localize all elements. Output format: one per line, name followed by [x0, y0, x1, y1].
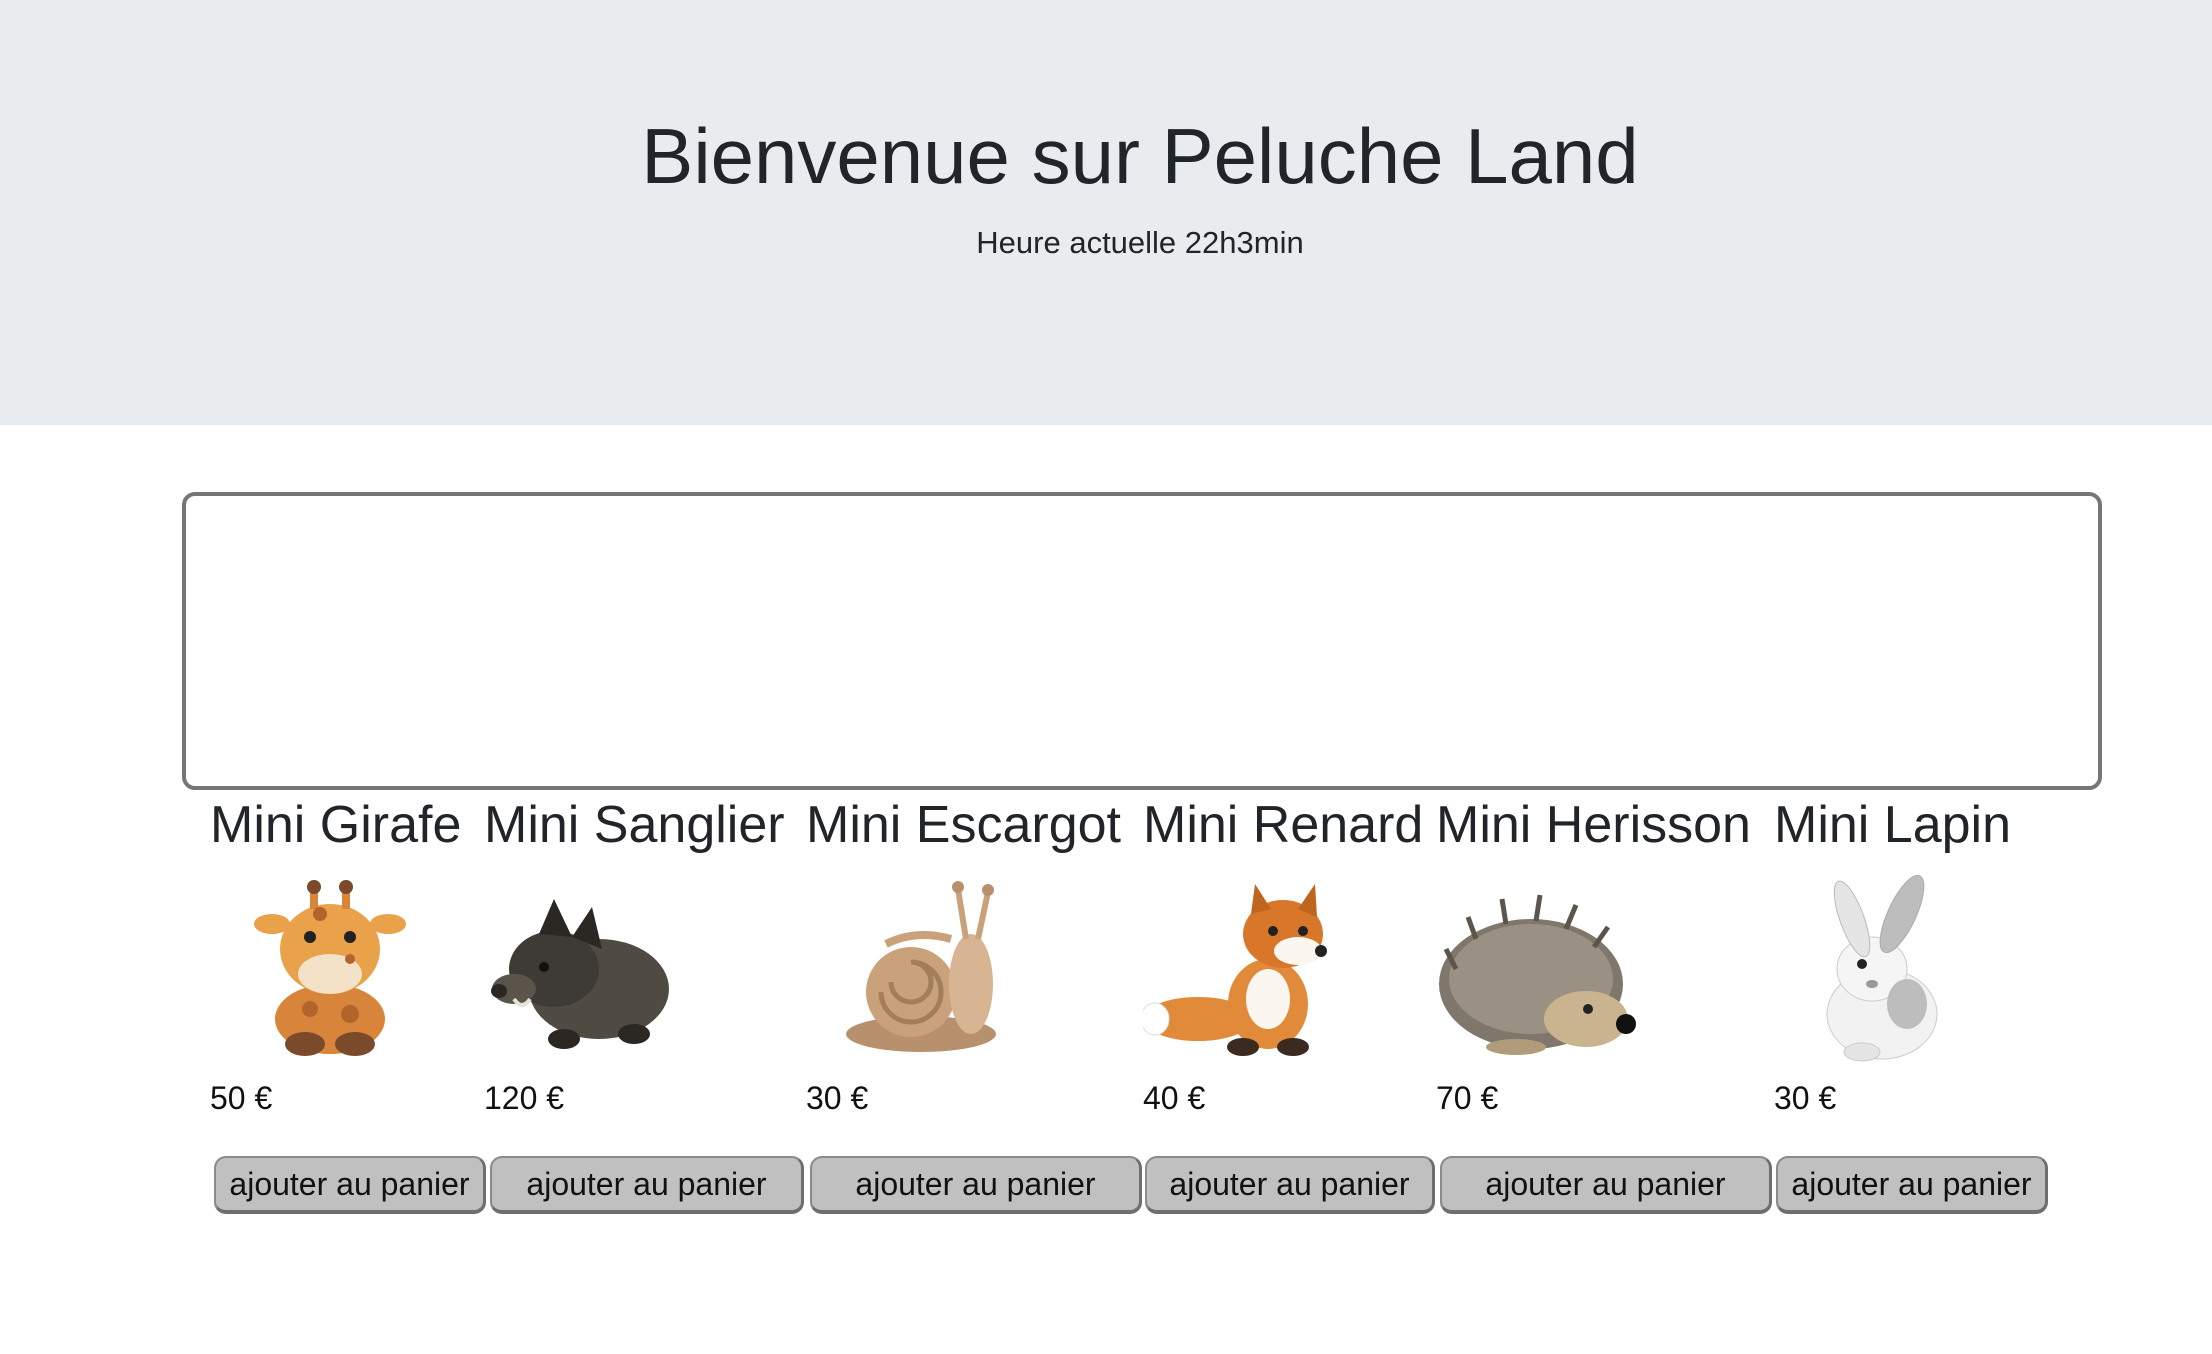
product-item-herisson: Mini Herisson 70 € ajouter au panier	[1436, 790, 1772, 1230]
giraffe-plush-icon	[230, 874, 430, 1064]
product-item-girafe: Mini Girafe 50 € ajouter au panier	[210, 790, 486, 1230]
product-price: 50 €	[210, 1080, 273, 1116]
header-jumbotron: Bienvenue sur Peluche Land Heure actuell…	[0, 0, 2212, 425]
rabbit-plush-icon	[1782, 874, 1982, 1064]
add-to-cart-button[interactable]: ajouter au panier	[810, 1156, 1142, 1214]
product-item-escargot: Mini Escargot 30 € ajouter au panier	[806, 790, 1142, 1230]
product-name: Mini Herisson	[1436, 796, 1751, 854]
product-price: 70 €	[1436, 1080, 1499, 1116]
cart-textarea[interactable]	[182, 492, 2102, 790]
product-item-renard: Mini Renard 40 € ajouter au panier	[1143, 790, 1435, 1230]
add-to-cart-button[interactable]: ajouter au panier	[1440, 1156, 1772, 1214]
add-to-cart-button[interactable]: ajouter au panier	[1776, 1156, 2048, 1214]
product-name: Mini Girafe	[210, 796, 462, 854]
product-name: Mini Escargot	[806, 796, 1121, 854]
product-name: Mini Sanglier	[484, 796, 785, 854]
product-name: Mini Renard	[1143, 796, 1424, 854]
boar-plush-icon	[484, 874, 684, 1064]
snail-plush-icon	[826, 874, 1026, 1064]
product-name: Mini Lapin	[1774, 796, 2012, 854]
page-title: Bienvenue sur Peluche Land	[641, 112, 1639, 200]
fox-plush-icon	[1143, 874, 1343, 1064]
hedgehog-plush-icon	[1436, 874, 1636, 1064]
add-to-cart-button[interactable]: ajouter au panier	[1145, 1156, 1435, 1214]
product-item-sanglier: Mini Sanglier 120 € ajouter au panier	[484, 790, 804, 1230]
product-price: 40 €	[1143, 1080, 1206, 1116]
add-to-cart-button[interactable]: ajouter au panier	[490, 1156, 804, 1214]
product-price: 120 €	[484, 1080, 565, 1116]
product-item-lapin: Mini Lapin 30 € ajouter au panier	[1774, 790, 2048, 1230]
product-price: 30 €	[806, 1080, 869, 1116]
add-to-cart-button[interactable]: ajouter au panier	[214, 1156, 486, 1214]
current-time: Heure actuelle 22h3min	[976, 225, 1304, 260]
product-price: 30 €	[1774, 1080, 1837, 1116]
